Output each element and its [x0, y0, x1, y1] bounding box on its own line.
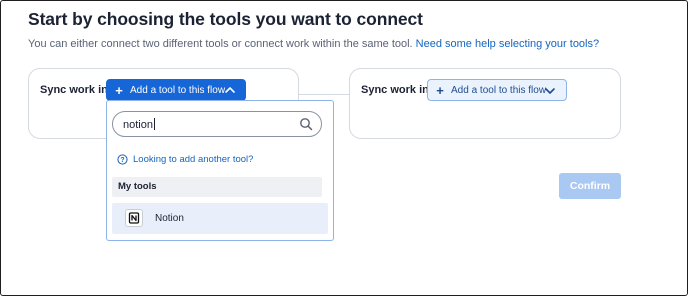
source-add-tool-label: Add a tool to this flow	[130, 84, 226, 96]
question-circle-icon: ?	[117, 154, 128, 165]
notion-icon	[125, 209, 143, 227]
plus-icon: +	[115, 82, 123, 98]
tool-option-label: Notion	[155, 213, 184, 224]
plus-icon: +	[436, 82, 444, 98]
svg-text:?: ?	[120, 157, 124, 164]
add-another-tool-label: Looking to add another tool?	[133, 154, 254, 165]
target-add-tool-button[interactable]: + Add a tool to this flow	[427, 79, 567, 101]
add-another-tool-link[interactable]: ? Looking to add another tool?	[117, 154, 253, 165]
target-sync-label: Sync work in	[361, 84, 429, 96]
page-title: Start by choosing the tools you want to …	[28, 9, 423, 29]
tool-search-value[interactable]: notion	[123, 118, 155, 131]
tool-option-notion[interactable]	[112, 203, 328, 234]
my-tools-label: My tools	[118, 181, 157, 192]
source-add-tool-button[interactable]: + Add a tool to this flow	[106, 79, 246, 101]
target-add-tool-label: Add a tool to this flow	[451, 84, 547, 96]
subtitle-text: You can either connect two different too…	[28, 38, 413, 50]
chevron-down-icon	[545, 88, 555, 94]
page-subtitle: You can either connect two different too…	[28, 38, 599, 50]
confirm-label: Confirm	[569, 180, 611, 192]
flow-connector	[299, 94, 349, 95]
chevron-up-icon	[225, 87, 235, 93]
search-icon[interactable]	[299, 117, 313, 131]
confirm-button[interactable]: Confirm	[559, 173, 621, 199]
my-tools-section-header: My tools	[112, 177, 322, 197]
help-selecting-tools-link[interactable]: Need some help selecting your tools?	[416, 38, 599, 50]
source-sync-label: Sync work in	[40, 84, 108, 96]
text-caret	[153, 118, 155, 130]
